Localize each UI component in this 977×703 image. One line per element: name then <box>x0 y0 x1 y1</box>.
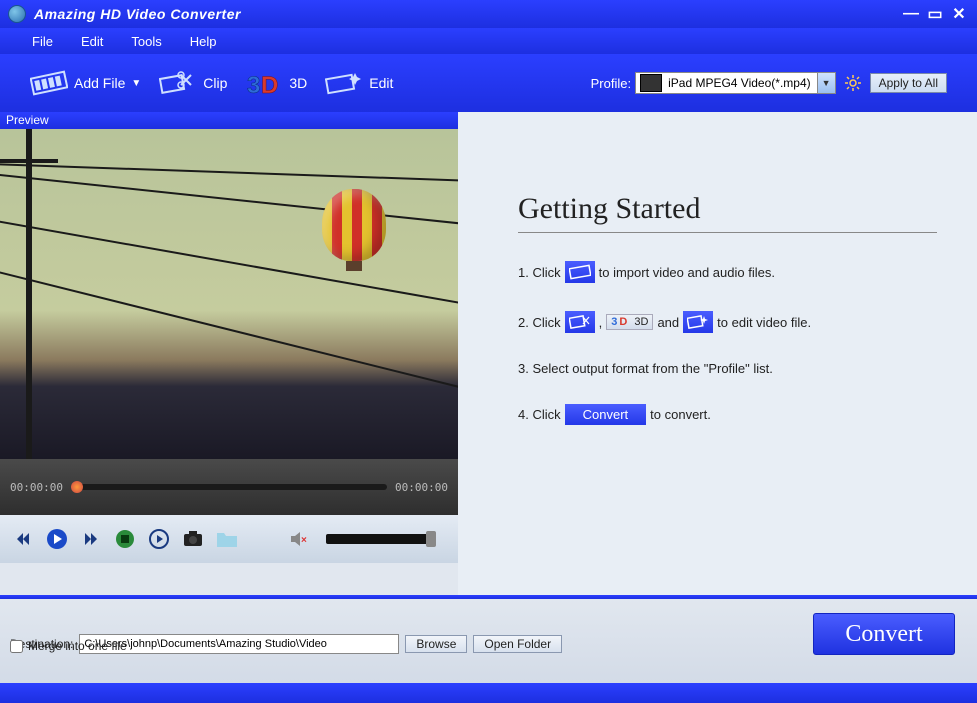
step-2-text-a: 2. Click <box>518 315 561 330</box>
app-logo-icon <box>8 5 26 23</box>
step-4-text-b: to convert. <box>650 407 711 422</box>
svg-text:D: D <box>261 72 278 99</box>
add-file-label: Add File <box>74 75 125 91</box>
add-file-dropdown-icon: ▼ <box>131 78 141 89</box>
3d-label: 3D <box>289 75 307 91</box>
snapshot-button[interactable] <box>180 526 206 552</box>
settings-gear-icon[interactable] <box>844 74 862 92</box>
stop-button[interactable] <box>112 526 138 552</box>
forward-button[interactable] <box>78 526 104 552</box>
step-4-text-a: 4. Click <box>518 407 561 422</box>
merge-checkbox[interactable] <box>10 640 23 653</box>
convert-button[interactable]: Convert <box>813 613 955 655</box>
step-4: 4. Click Convert to convert. <box>518 404 937 425</box>
close-button[interactable]: ✕ <box>949 5 969 23</box>
scissors-film-icon <box>159 67 197 99</box>
convert-inline-badge: Convert <box>565 404 647 425</box>
app-title: Amazing HD Video Converter <box>34 6 241 22</box>
mute-button[interactable]: × <box>286 526 312 552</box>
step-1-text-a: 1. Click <box>518 265 561 280</box>
edit-label: Edit <box>369 75 393 91</box>
edit-button[interactable]: Edit <box>325 67 393 99</box>
maximize-button[interactable]: ▭ <box>925 5 945 23</box>
profile-thumb-icon <box>640 74 662 92</box>
step-2-text-b: to edit video file. <box>717 315 811 330</box>
step-1: 1. Click to import video and audio files… <box>518 261 937 283</box>
step-3: 3. Select output format from the "Profil… <box>518 361 937 376</box>
menu-file[interactable]: File <box>32 34 53 49</box>
svg-text:3: 3 <box>247 72 260 99</box>
step-2-comma: , <box>599 315 603 330</box>
seek-handle[interactable] <box>71 481 83 493</box>
browse-button[interactable]: Browse <box>405 635 467 653</box>
volume-handle[interactable] <box>426 531 436 547</box>
step-1-text-b: to import video and audio files. <box>599 265 775 280</box>
merge-label: Merge into one file <box>28 639 127 653</box>
play-button[interactable] <box>44 526 70 552</box>
edit-inline-icon <box>683 311 713 333</box>
balloon-graphic <box>322 189 386 261</box>
getting-started-title: Getting Started <box>518 192 937 233</box>
video-preview <box>0 129 458 459</box>
clip-label: Clip <box>203 75 227 91</box>
profile-select[interactable]: iPad MPEG4 Video(*.mp4) ▼ <box>635 72 836 94</box>
svg-text:×: × <box>301 535 307 546</box>
3d-inline-badge: 3D 3D <box>606 314 653 330</box>
profile-label: Profile: <box>591 76 631 91</box>
volume-slider[interactable] <box>326 534 436 544</box>
chevron-down-icon[interactable]: ▼ <box>817 73 835 93</box>
step-2-and: and <box>657 315 679 330</box>
step-2: 2. Click , 3D 3D and to edit video file. <box>518 311 937 333</box>
timeline-bar[interactable]: 00:00:00 00:00:00 <box>0 459 458 515</box>
step-button[interactable] <box>146 526 172 552</box>
profile-value: iPad MPEG4 Video(*.mp4) <box>666 76 817 90</box>
clip-button[interactable]: Clip <box>159 67 227 99</box>
add-file-inline-icon <box>565 261 595 283</box>
menu-help[interactable]: Help <box>190 34 217 49</box>
add-file-button[interactable]: Add File ▼ <box>30 67 141 99</box>
time-total: 00:00:00 <box>395 481 448 494</box>
minimize-button[interactable]: — <box>901 5 921 23</box>
menu-tools[interactable]: Tools <box>131 34 161 49</box>
folder-button[interactable] <box>214 526 240 552</box>
3d-button[interactable]: 3D 3D <box>245 67 307 99</box>
preview-label: Preview <box>0 112 458 129</box>
open-folder-button[interactable]: Open Folder <box>473 635 562 653</box>
3d-icon: 3D <box>245 67 283 99</box>
apply-to-all-button[interactable]: Apply to All <box>870 73 947 93</box>
seek-track[interactable] <box>71 484 387 490</box>
time-current: 00:00:00 <box>10 481 63 494</box>
rewind-button[interactable] <box>10 526 36 552</box>
destination-input[interactable] <box>79 634 399 654</box>
clip-inline-icon <box>565 311 595 333</box>
menu-edit[interactable]: Edit <box>81 34 103 49</box>
film-sparkle-icon <box>325 67 363 99</box>
film-reel-icon <box>30 67 68 99</box>
